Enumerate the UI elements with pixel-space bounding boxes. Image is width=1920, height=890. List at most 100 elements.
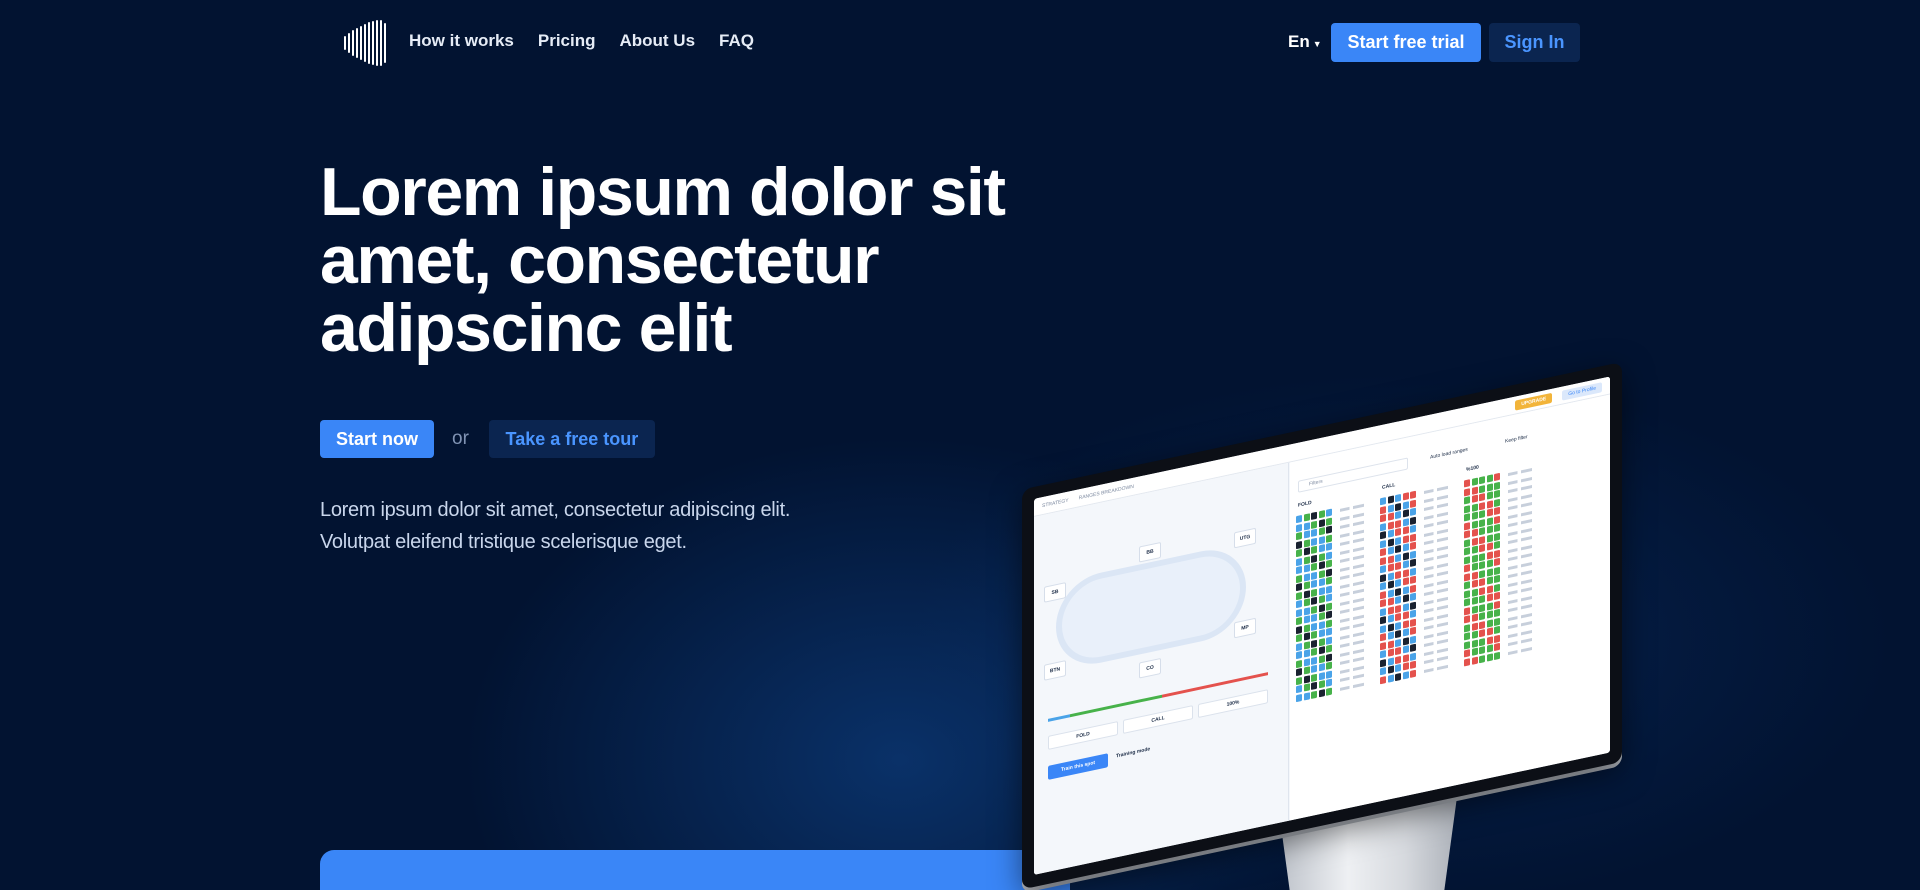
- combo-cell: [1326, 525, 1332, 534]
- language-selector[interactable]: En ▼: [1288, 32, 1322, 52]
- seat-utg: UTG: [1234, 527, 1256, 549]
- raise-column-title: %100: [1466, 464, 1479, 474]
- combo-cell: [1387, 503, 1394, 513]
- combo-cell: [1303, 657, 1310, 667]
- combo-cell: [1296, 625, 1302, 634]
- combo-cell: [1380, 675, 1386, 684]
- combo-cell: [1311, 596, 1317, 606]
- combo-cell: [1318, 629, 1325, 638]
- combo-cell: [1380, 599, 1386, 608]
- combo-cell: [1471, 537, 1478, 546]
- combo-cell: [1479, 569, 1485, 578]
- start-free-trial-button[interactable]: Start free trial: [1331, 23, 1481, 62]
- combo-cell: [1402, 653, 1409, 663]
- combo-cell: [1402, 594, 1409, 603]
- combo-cell: [1318, 688, 1325, 697]
- combo-ev: [1508, 561, 1532, 570]
- train-spot-button: Train this spot: [1048, 753, 1108, 780]
- combo-cell: [1326, 593, 1332, 602]
- training-mode-label: Training mode: [1116, 746, 1151, 760]
- combo-cell: [1402, 619, 1409, 629]
- combo-cell: [1486, 499, 1493, 509]
- combo-cell: [1387, 597, 1394, 606]
- combo-cell: [1311, 622, 1317, 631]
- combo-ev: [1424, 664, 1448, 673]
- brand-logo[interactable]: [344, 20, 386, 66]
- combo-cell: [1387, 580, 1394, 589]
- seat-co: CO: [1139, 657, 1161, 679]
- nav-about-us[interactable]: About Us: [619, 31, 695, 51]
- combo-cell: [1303, 547, 1310, 556]
- combo-ev: [1340, 580, 1364, 589]
- combo-cell: [1402, 568, 1409, 578]
- combo-cell: [1410, 592, 1416, 601]
- combo-ev: [1340, 571, 1364, 580]
- combo-cell: [1410, 601, 1416, 610]
- start-now-button[interactable]: Start now: [320, 420, 434, 458]
- combo-cell: [1395, 544, 1401, 554]
- combo-cell: [1410, 635, 1416, 644]
- fold-column-title: FOLD: [1298, 499, 1312, 509]
- nav-faq[interactable]: FAQ: [719, 31, 754, 51]
- combo-cell: [1464, 496, 1470, 505]
- combo-cell: [1395, 629, 1401, 639]
- combo-cell: [1296, 667, 1302, 677]
- combo-cell: [1387, 673, 1394, 683]
- combo-cell: [1471, 520, 1478, 529]
- combo-cell: [1296, 659, 1302, 668]
- action-call: CALL: [1123, 705, 1193, 734]
- combo-cell: [1471, 647, 1478, 656]
- combo-ev: [1340, 597, 1364, 606]
- combo-cell: [1311, 545, 1317, 555]
- combo-ev: [1424, 621, 1448, 631]
- combo-cell: [1494, 566, 1500, 575]
- combo-cell: [1486, 584, 1493, 594]
- combo-cell: [1395, 519, 1401, 528]
- combo-cell: [1464, 657, 1470, 666]
- app-ranges-panel: Filters Auto load ranges Keep filter FOL…: [1290, 394, 1610, 821]
- combo-cell: [1410, 541, 1416, 550]
- combo-ev: [1508, 553, 1532, 562]
- call-combo-grid: [1380, 490, 1416, 684]
- combo-cell: [1380, 548, 1386, 557]
- combo-cell: [1318, 586, 1325, 595]
- combo-ev: [1340, 614, 1364, 623]
- combo-cell: [1494, 532, 1500, 541]
- combo-cell: [1410, 499, 1416, 508]
- combo-ev: [1508, 629, 1532, 638]
- combo-cell: [1311, 537, 1317, 546]
- combo-cell: [1296, 616, 1302, 626]
- combo-cell: [1387, 546, 1394, 555]
- combo-cell: [1479, 586, 1485, 595]
- hero-title: Lorem ipsum dolor sit amet, consectetur …: [320, 154, 1006, 366]
- combo-cell: [1494, 523, 1500, 533]
- language-label: En: [1288, 32, 1310, 51]
- combo-cell: [1380, 641, 1386, 650]
- hero-subtitle-line-1: Lorem ipsum dolor sit amet, consectetur …: [320, 499, 791, 521]
- nav-pricing[interactable]: Pricing: [538, 31, 596, 51]
- combo-cell: [1395, 646, 1401, 656]
- combo-cell: [1410, 490, 1416, 499]
- combo-cell: [1326, 619, 1332, 628]
- sign-in-button[interactable]: Sign In: [1489, 23, 1580, 62]
- combo-cell: [1387, 588, 1394, 598]
- take-free-tour-button[interactable]: Take a free tour: [488, 420, 655, 458]
- combo-ev: [1508, 578, 1532, 587]
- combo-ev: [1424, 545, 1448, 554]
- combo-ev: [1424, 562, 1448, 571]
- combo-cell: [1303, 598, 1310, 607]
- combo-ev: [1340, 588, 1364, 597]
- combo-cell: [1486, 508, 1493, 517]
- combo-cell: [1303, 632, 1310, 641]
- combo-cell: [1471, 486, 1478, 495]
- combo-cell: [1395, 561, 1401, 571]
- combo-cell: [1479, 518, 1485, 527]
- app-screenshot: STRATEGY RANGES BREAKDOWN UPGRADE Go to …: [1034, 376, 1610, 875]
- combo-ev: [1340, 665, 1364, 674]
- combo-cell: [1326, 644, 1332, 653]
- combo-ev: [1508, 476, 1532, 485]
- combo-cell: [1326, 542, 1332, 551]
- combo-cell: [1494, 515, 1500, 524]
- combo-ev: [1340, 520, 1364, 529]
- nav-how-it-works[interactable]: How it works: [409, 31, 514, 51]
